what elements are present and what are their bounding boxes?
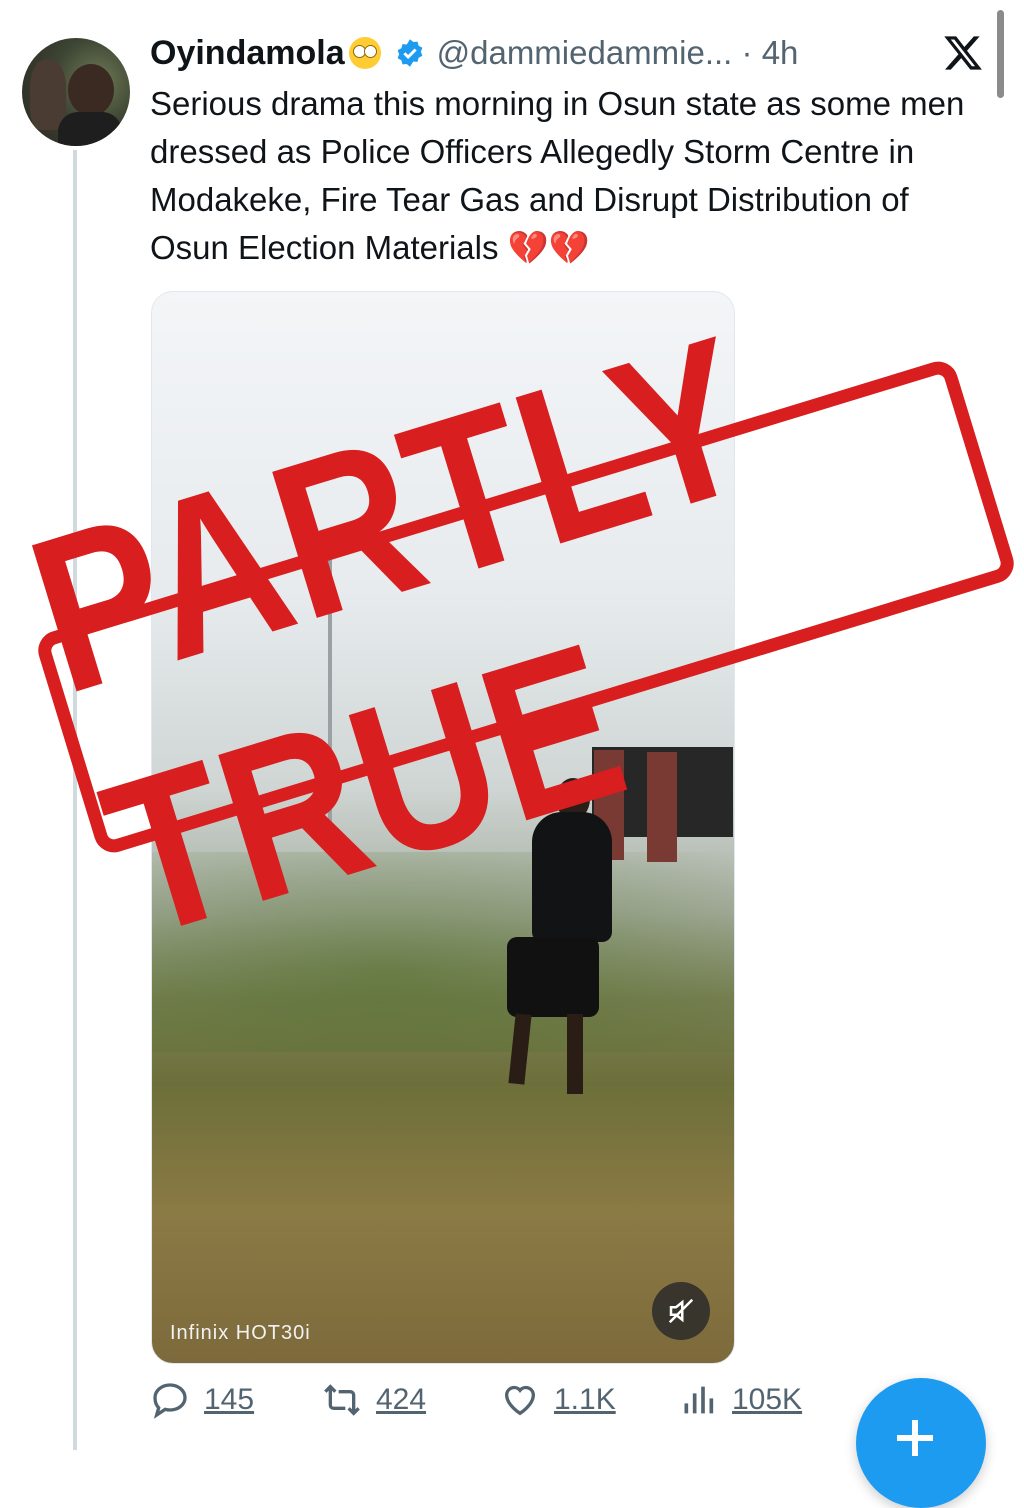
views-icon: [684, 1386, 714, 1414]
mute-button[interactable]: [652, 1282, 710, 1340]
reply-button[interactable]: 145: [150, 1380, 254, 1420]
views-count: 105K: [732, 1383, 803, 1416]
avatar[interactable]: [22, 38, 130, 146]
verified-badge-icon: [397, 39, 422, 67]
speaker-muted-icon: [668, 1298, 694, 1324]
scrollbar[interactable]: [997, 10, 1004, 98]
reply-count: 145: [204, 1383, 255, 1416]
video-player[interactable]: Infinix HOT30i: [151, 291, 735, 1364]
tweet-text: Serious drama this morning in Osun state…: [150, 85, 965, 266]
display-name[interactable]: Oyindamola: [150, 34, 345, 73]
repost-button[interactable]: 424: [322, 1380, 426, 1420]
x-logo-icon: [944, 36, 982, 70]
repost-icon: [324, 1384, 360, 1416]
repost-count: 424: [376, 1383, 427, 1416]
like-count: 1.1K: [554, 1383, 616, 1416]
thread-line: [73, 150, 77, 1450]
separator-dot: ·: [741, 34, 753, 71]
like-button[interactable]: 1.1K: [500, 1380, 616, 1420]
tweet-header: Oyindamola @dammiedammie... · 4h: [150, 30, 798, 76]
like-icon: [504, 1385, 536, 1416]
reply-icon: [153, 1383, 187, 1419]
views-button[interactable]: 105K: [678, 1380, 802, 1420]
eye-roll-emoji-icon: [348, 37, 381, 69]
compose-plus-icon[interactable]: [856, 1378, 986, 1508]
camera-watermark: Infinix HOT30i: [170, 1322, 311, 1344]
timestamp: 4h: [761, 34, 799, 71]
user-handle[interactable]: @dammiedammie... · 4h: [437, 34, 799, 72]
